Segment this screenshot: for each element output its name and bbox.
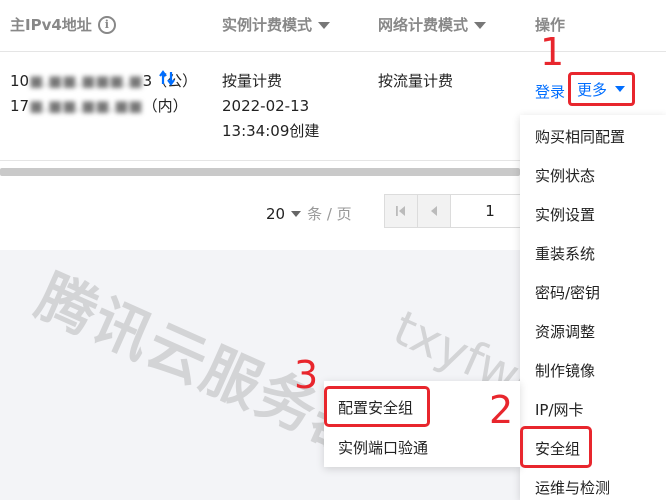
- highlight-config-sg: [324, 386, 430, 427]
- private-ip-masked: ■.■■.■■.■■: [29, 97, 143, 115]
- highlight-security-group: [520, 426, 592, 468]
- first-page-button[interactable]: [384, 194, 418, 228]
- page-size-select[interactable]: 20 条 / 页: [266, 203, 352, 224]
- step-1-label: 1: [540, 30, 565, 74]
- header-network-billing-label: 网络计费模式: [378, 16, 469, 34]
- page-number-input[interactable]: 1: [450, 194, 530, 228]
- page-size-value: 20: [266, 204, 286, 223]
- private-ip-suffix: （内）: [142, 97, 188, 115]
- instance-billing: 按量计费: [222, 72, 283, 90]
- created-time: 13:34:09创建: [222, 122, 320, 140]
- header-ip: 主IPv4地址 i: [10, 14, 116, 35]
- refresh-icon[interactable]: [158, 69, 176, 87]
- network-billing: 按流量计费: [378, 72, 454, 90]
- step-3-label: 3: [294, 353, 319, 397]
- horizontal-scrollbar[interactable]: [0, 168, 520, 176]
- header-network-billing: 网络计费模式: [378, 14, 487, 35]
- public-ip-masked: ■.■■.■■■.■: [29, 72, 143, 90]
- menu-item-buy-same[interactable]: 购买相同配置: [535, 126, 625, 147]
- private-ip-prefix: 17: [10, 97, 30, 115]
- filter-icon[interactable]: [474, 22, 487, 29]
- menu-item-reinstall[interactable]: 重装系统: [535, 243, 595, 264]
- more-label: 更多: [577, 80, 608, 99]
- header-instance-billing: 实例计费模式: [222, 14, 331, 35]
- header-instance-billing-label: 实例计费模式: [222, 16, 313, 34]
- filter-icon[interactable]: [318, 22, 331, 29]
- first-page-icon: [396, 206, 405, 216]
- menu-item-resource-adjust[interactable]: 资源调整: [535, 321, 595, 342]
- created-date: 2022-02-13: [222, 97, 310, 115]
- menu-item-ops-detect[interactable]: 运维与检测: [535, 477, 610, 498]
- prev-page-icon: [431, 206, 437, 216]
- page-size-unit: 条 / 页: [307, 205, 352, 223]
- prev-page-button[interactable]: [417, 194, 451, 228]
- header-ip-label: 主IPv4地址: [10, 16, 92, 34]
- public-ip-prefix: 10: [10, 72, 30, 90]
- menu-item-password-key[interactable]: 密码/密钥: [535, 282, 600, 303]
- menu-item-ip-nic[interactable]: IP/网卡: [535, 399, 584, 420]
- login-link[interactable]: 登录: [535, 81, 565, 102]
- menu-item-instance-settings[interactable]: 实例设置: [535, 204, 595, 225]
- current-page: 1: [485, 202, 495, 220]
- caret-down-icon: [615, 86, 626, 92]
- private-ip: 17■.■■.■■.■■（内）: [10, 94, 188, 119]
- menu-item-instance-status[interactable]: 实例状态: [535, 165, 595, 186]
- submenu-item-port-check[interactable]: 实例端口验通: [338, 437, 428, 458]
- info-icon[interactable]: i: [97, 15, 116, 34]
- chevron-down-icon: [291, 210, 302, 217]
- menu-item-create-image[interactable]: 制作镜像: [535, 360, 595, 381]
- table-header: 主IPv4地址 i 实例计费模式 网络计费模式 操作: [0, 0, 666, 52]
- more-button[interactable]: 更多: [568, 72, 635, 106]
- step-2-label: 2: [489, 388, 514, 432]
